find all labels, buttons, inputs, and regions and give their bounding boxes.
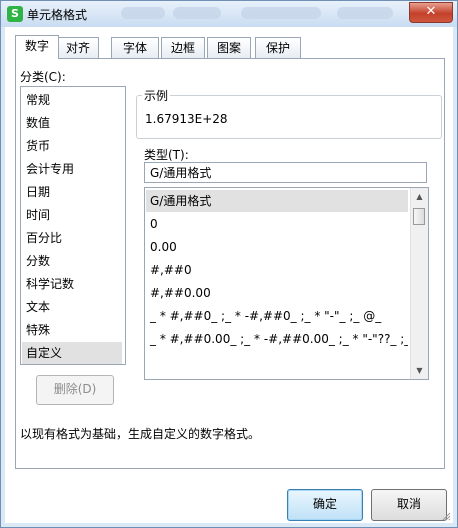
- category-list[interactable]: 常规 数值 货币 会计专用 日期 时间 百分比 分数 科学记数 文本 特殊 自定…: [20, 86, 126, 365]
- category-item[interactable]: 特殊: [22, 319, 122, 341]
- tab-protection[interactable]: 保护: [255, 37, 301, 58]
- category-item-custom[interactable]: 自定义: [22, 342, 122, 364]
- close-icon: ✕: [425, 4, 437, 19]
- category-item[interactable]: 常规: [22, 89, 122, 111]
- category-item[interactable]: 百分比: [22, 227, 122, 249]
- category-item[interactable]: 数值: [22, 112, 122, 134]
- tab-font[interactable]: 字体: [111, 37, 159, 58]
- sample-label: 示例: [142, 87, 171, 104]
- tab-number[interactable]: 数字: [15, 35, 59, 59]
- category-item[interactable]: 货币: [22, 135, 122, 157]
- tab-pattern[interactable]: 图案: [207, 37, 251, 58]
- category-item[interactable]: 会计专用: [22, 158, 122, 180]
- description-text: 以现有格式为基础，生成自定义的数字格式。: [20, 427, 261, 441]
- window-title: 单元格格式: [27, 8, 88, 22]
- format-item[interactable]: G/通用格式: [146, 190, 408, 212]
- blurred-background-text: [241, 7, 321, 19]
- ok-button[interactable]: 确定: [287, 489, 363, 521]
- format-item[interactable]: 0.00: [146, 236, 408, 258]
- category-item[interactable]: 分数: [22, 250, 122, 272]
- type-label: 类型(T):: [144, 148, 189, 162]
- sample-group: 1.67913E+28: [136, 95, 442, 139]
- close-button[interactable]: ✕: [409, 2, 453, 23]
- category-item[interactable]: 时间: [22, 204, 122, 226]
- category-item[interactable]: 科学记数: [22, 273, 122, 295]
- scroll-up-icon[interactable]: ▲: [412, 189, 427, 204]
- format-item[interactable]: #,##0.00: [146, 282, 408, 304]
- blurred-background-text: [121, 7, 165, 19]
- wps-app-icon: S: [7, 6, 23, 22]
- format-item[interactable]: _ * #,##0_ ;_ * -#,##0_ ;_ * "-"_ ;_ @_: [146, 305, 408, 327]
- format-item[interactable]: _ * #,##0.00_ ;_ * -#,##0.00_ ;_ * "-"??…: [146, 328, 408, 350]
- format-list-scrollbar[interactable]: ▲ ▼: [410, 188, 428, 379]
- tab-border[interactable]: 边框: [161, 37, 205, 58]
- type-input[interactable]: G/通用格式: [144, 162, 427, 183]
- blurred-background-text: [173, 7, 221, 19]
- tab-alignment[interactable]: 对齐: [57, 37, 99, 58]
- delete-button[interactable]: 删除(D): [36, 375, 114, 405]
- sample-value: 1.67913E+28: [145, 112, 228, 126]
- category-item[interactable]: 文本: [22, 296, 122, 318]
- dialog-body: 数字 对齐 字体 边框 图案 保护 分类(C): 常规 数值 货币 会计专用 日…: [5, 27, 453, 523]
- category-item[interactable]: 日期: [22, 181, 122, 203]
- format-cells-dialog: S 单元格格式 ✕ 数字 对齐 字体 边框 图案 保护 分类(C): 常规 数值…: [0, 0, 458, 528]
- resize-grip-icon[interactable]: [441, 511, 451, 521]
- format-item[interactable]: #,##0: [146, 259, 408, 281]
- format-type-list[interactable]: G/通用格式 0 0.00 #,##0 #,##0.00 _ * #,##0_ …: [144, 187, 429, 380]
- number-tab-panel: 分类(C): 常规 数值 货币 会计专用 日期 时间 百分比 分数 科学记数 文…: [15, 58, 445, 469]
- scroll-down-icon[interactable]: ▼: [412, 363, 427, 378]
- scroll-thumb[interactable]: [413, 208, 425, 225]
- cancel-button[interactable]: 取消: [371, 489, 447, 521]
- title-bar[interactable]: S 单元格格式 ✕: [1, 1, 457, 27]
- blurred-background-text: [337, 7, 393, 19]
- category-label: 分类(C):: [20, 70, 66, 84]
- format-item[interactable]: 0: [146, 213, 408, 235]
